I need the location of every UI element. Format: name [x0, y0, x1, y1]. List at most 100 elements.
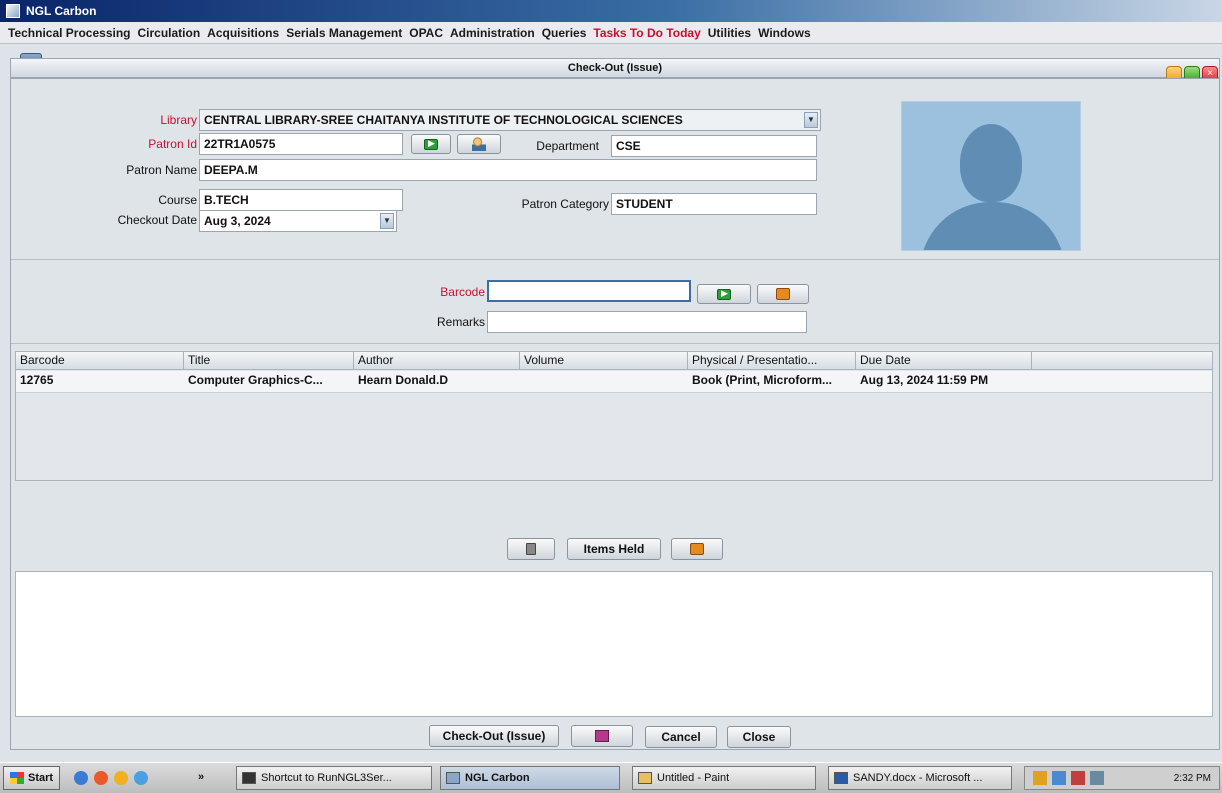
checkout-issue-button[interactable]: Check-Out (Issue) — [429, 725, 559, 747]
menu-utilities[interactable]: Utilities — [708, 26, 751, 40]
taskbar-item-label: NGL Carbon — [465, 772, 530, 784]
cell-title: Computer Graphics-C... — [188, 373, 323, 387]
clock: 2:32 PM — [1173, 772, 1211, 784]
column-header-physical[interactable]: Physical / Presentatio... — [688, 352, 856, 370]
cell-due-date: Aug 13, 2024 11:59 PM — [860, 373, 989, 387]
taskbar: Start » Shortcut to RunNGL3Ser... NGL Ca… — [0, 762, 1222, 793]
library-select[interactable]: CENTRAL LIBRARY-SREE CHAITANYA INSTITUTE… — [199, 109, 821, 131]
chrome-icon[interactable] — [134, 771, 149, 785]
barcode-search-button[interactable] — [757, 284, 809, 304]
go-arrow-icon — [717, 288, 731, 300]
menu-opac[interactable]: OPAC — [409, 26, 443, 40]
menu-circulation[interactable]: Circulation — [138, 26, 201, 40]
app-logo-icon — [6, 4, 20, 18]
taskbar-item-label: Untitled - Paint — [657, 772, 730, 784]
paint-icon — [638, 772, 652, 784]
cell-physical: Book (Print, Microform... — [692, 373, 833, 387]
cancel-button[interactable]: Cancel — [645, 726, 717, 748]
ie-icon[interactable] — [74, 771, 89, 785]
department-label: Department — [536, 139, 599, 153]
quick-launch — [74, 771, 149, 785]
delete-item-button[interactable] — [507, 538, 555, 560]
patron-category-field[interactable]: STUDENT — [611, 193, 817, 215]
checkout-items-table: Barcode Title Author Volume Physical / P… — [15, 351, 1213, 481]
column-header-volume[interactable]: Volume — [520, 352, 688, 370]
trash-icon — [526, 543, 536, 555]
items-held-button[interactable]: Items Held — [567, 538, 661, 560]
avatar-head-shape — [960, 124, 1022, 202]
barcode-go-button[interactable] — [697, 284, 751, 304]
section-divider — [11, 343, 1219, 344]
menu-bar: Technical Processing Circulation Acquisi… — [0, 22, 1222, 44]
slip-icon — [595, 730, 609, 742]
menu-windows[interactable]: Windows — [758, 26, 811, 40]
start-label: Start — [28, 772, 54, 784]
details-pane — [15, 571, 1213, 717]
menu-serials-management[interactable]: Serials Management — [286, 26, 402, 40]
ngl-app-icon — [446, 772, 460, 784]
taskbar-item-word[interactable]: SANDY.docx - Microsoft ... — [828, 766, 1012, 790]
tray-app-icon[interactable] — [1033, 771, 1047, 785]
patron-category-label: Patron Category — [521, 197, 609, 211]
column-header-title[interactable]: Title — [184, 352, 354, 370]
network-icon[interactable] — [1052, 771, 1066, 785]
course-field[interactable]: B.TECH — [199, 189, 403, 211]
table-header: Barcode Title Author Volume Physical / P… — [16, 352, 1212, 370]
remarks-label: Remarks — [436, 315, 485, 329]
column-header-author[interactable]: Author — [354, 352, 520, 370]
patron-search-icon — [472, 137, 486, 151]
taskbar-item-paint[interactable]: Untitled - Paint — [632, 766, 816, 790]
menu-acquisitions[interactable]: Acquisitions — [207, 26, 279, 40]
remarks-input[interactable] — [487, 311, 807, 333]
patron-go-button[interactable] — [411, 134, 451, 154]
close-button[interactable]: Close — [727, 726, 791, 748]
browser-icon[interactable] — [94, 771, 109, 785]
start-button[interactable]: Start — [3, 766, 61, 790]
department-field[interactable]: CSE — [611, 135, 817, 157]
security-icon[interactable] — [1071, 771, 1085, 785]
quick-launch-more-icon[interactable]: » — [198, 771, 204, 783]
app-titlebar: NGL Carbon — [0, 0, 1222, 22]
barcode-label: Barcode — [440, 285, 485, 299]
media-icon[interactable] — [114, 771, 129, 785]
windows-logo-icon — [10, 772, 24, 784]
console-icon — [242, 772, 256, 784]
checkout-form: Library CENTRAL LIBRARY-SREE CHAITANYA I… — [10, 78, 1220, 750]
taskbar-item-label: Shortcut to RunNGL3Ser... — [261, 772, 392, 784]
checkout-date-picker[interactable]: Aug 3, 2024 ▼ — [199, 210, 397, 232]
table-row[interactable]: 12765 Computer Graphics-C... Hearn Donal… — [16, 371, 1212, 393]
system-tray: 2:32 PM — [1024, 766, 1220, 790]
cell-author: Hearn Donald.D — [358, 373, 449, 387]
patron-search-button[interactable] — [457, 134, 501, 154]
volume-icon[interactable] — [1090, 771, 1104, 785]
patron-photo — [901, 101, 1081, 251]
barcode-input[interactable] — [487, 280, 691, 302]
book-details-button[interactable] — [671, 538, 723, 560]
checkout-date-label: Checkout Date — [117, 213, 197, 227]
app-title: NGL Carbon — [26, 4, 97, 18]
patron-id-input[interactable]: 22TR1A0575 — [199, 133, 403, 155]
menu-tasks-to-do-today[interactable]: Tasks To Do Today — [593, 26, 700, 40]
checkout-date-value: Aug 3, 2024 — [204, 214, 271, 228]
go-arrow-icon — [424, 138, 438, 150]
column-header-barcode[interactable]: Barcode — [16, 352, 184, 370]
taskbar-item-shortcut[interactable]: Shortcut to RunNGL3Ser... — [236, 766, 432, 790]
column-header-due-date[interactable]: Due Date — [856, 352, 1032, 370]
library-label: Library — [160, 113, 197, 127]
chevron-down-icon[interactable]: ▼ — [804, 112, 818, 128]
library-value: CENTRAL LIBRARY-SREE CHAITANYA INSTITUTE… — [204, 113, 683, 127]
taskbar-item-label: SANDY.docx - Microsoft ... — [853, 772, 983, 784]
section-divider — [11, 259, 1219, 260]
word-icon — [834, 772, 848, 784]
taskbar-item-ngl-carbon[interactable]: NGL Carbon — [440, 766, 620, 790]
print-slip-button[interactable] — [571, 725, 633, 747]
menu-administration[interactable]: Administration — [450, 26, 535, 40]
avatar-body-shape — [920, 202, 1065, 250]
calendar-dropdown-icon[interactable]: ▼ — [380, 213, 394, 229]
course-label: Course — [158, 193, 197, 207]
menu-queries[interactable]: Queries — [542, 26, 587, 40]
menu-technical-processing[interactable]: Technical Processing — [8, 26, 131, 40]
patron-name-label: Patron Name — [126, 163, 197, 177]
patron-name-field[interactable]: DEEPA.M — [199, 159, 817, 181]
patron-id-label: Patron Id — [148, 137, 197, 151]
